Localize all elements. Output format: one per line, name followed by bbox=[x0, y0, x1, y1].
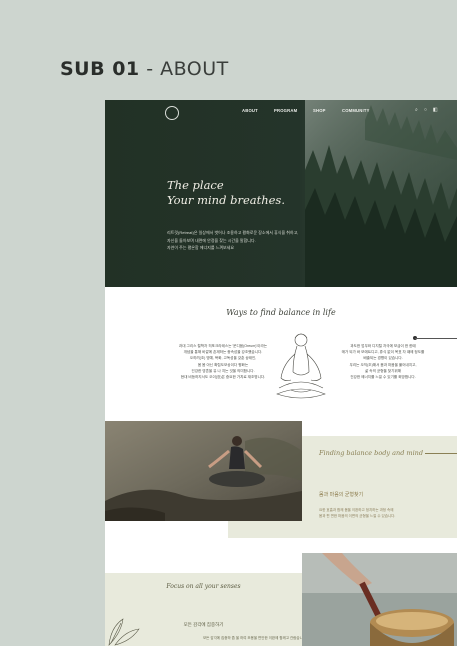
nav-item-community[interactable]: COMMUNITY bbox=[342, 108, 382, 113]
nav-item-shop[interactable]: SHOP bbox=[313, 108, 326, 113]
senses-title: Focus on all your senses bbox=[166, 583, 241, 590]
logo-icon[interactable] bbox=[165, 106, 179, 120]
cart-icon[interactable]: ◧ bbox=[433, 107, 438, 113]
ways-left-text: 과대 그리스 철학자 히포크라테스는 '운디움(Oreum)'이라는 개념을 통… bbox=[171, 343, 275, 380]
balance-subtitle: 몸과 마음의 균형찾기 bbox=[319, 492, 364, 498]
balance-title: Finding balance body and mind bbox=[319, 449, 424, 457]
decorative-line bbox=[425, 453, 457, 454]
decorative-line bbox=[415, 338, 457, 339]
ways-title: Ways to find balance in life bbox=[226, 308, 336, 317]
hero-description: 리트릿(Retreat)은 일상에서 벗어나 조용하고 평화로운 장소에서 휴식… bbox=[167, 229, 307, 252]
page-label: SUB 01 - ABOUT bbox=[60, 58, 229, 80]
ways-right-line: 건강한 에너지를 느낄 수 있기를 희망합니다. bbox=[350, 375, 416, 380]
hero-section: ABOUT PROGRAM SHOP COMMUNITY ⌕ ○ ◧ The p… bbox=[105, 100, 457, 287]
search-icon[interactable]: ⌕ bbox=[415, 107, 418, 113]
ways-right-text: 과도한 업무와 디지털 자극에 보급이 한 한때 매가 되가 바 모에트디고, … bbox=[331, 343, 435, 380]
nav-icons: ⌕ ○ ◧ bbox=[415, 107, 438, 113]
leaf-illustration bbox=[108, 618, 140, 646]
website-mockup: ABOUT PROGRAM SHOP COMMUNITY ⌕ ○ ◧ The p… bbox=[105, 100, 457, 646]
hero-desc-line: 자연이 주는 평온함 에너지를 느껴보세요 bbox=[167, 245, 235, 250]
hero-desc-line: 자신을 돌아보며 내면에 안정을 찾는 시간을 말합니다. bbox=[167, 237, 256, 243]
balance-desc-line: 몸과 편 편한 마음의 이면의 균형을 느낄 수 있습니다. bbox=[319, 514, 396, 518]
hero-title-line1: The place bbox=[167, 178, 224, 192]
page-label-light: - ABOUT bbox=[139, 58, 229, 80]
hero-title-line2: Your mind breathes. bbox=[167, 193, 285, 207]
forest-image bbox=[305, 100, 457, 287]
page-label-bold: SUB 01 bbox=[60, 58, 140, 80]
ways-left-line: 현대 비등하지서도 오이(장)은 중요한 가치로 재조명니다. bbox=[180, 375, 266, 380]
hero-desc-line: 리트릿(Retreat)은 일상에서 벗어나 조용하고 평화로운 장소에서 휴식… bbox=[167, 230, 299, 235]
singing-bowl-photo bbox=[302, 553, 457, 646]
meditating-woman-photo bbox=[105, 421, 302, 521]
nav-item-program[interactable]: PROGRAM bbox=[274, 108, 304, 113]
hero-title: The place Your mind breathes. bbox=[167, 178, 285, 208]
meditation-figure-illustration bbox=[276, 333, 326, 399]
user-icon[interactable]: ○ bbox=[424, 107, 427, 113]
balance-description: 요한 호흡과 함께 몸을 이완하고 정지하는 과정 속에 몸과 편 편한 마음의… bbox=[319, 507, 429, 519]
nav-item-about[interactable]: ABOUT bbox=[242, 108, 258, 113]
